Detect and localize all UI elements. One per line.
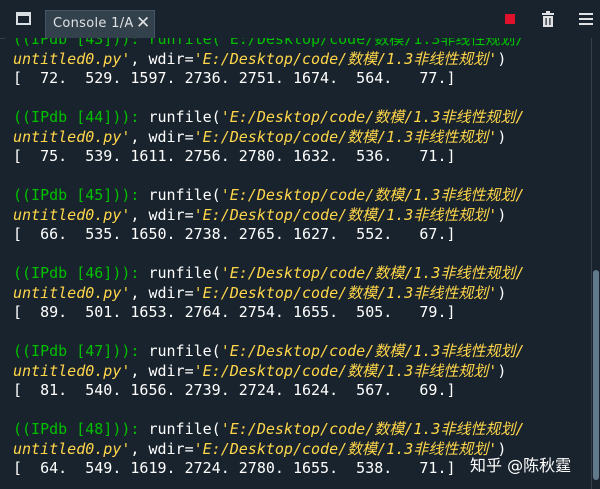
script-path: 'E:/Desktop/code/数模/1.3非线性规划/ — [220, 342, 525, 360]
window-icon[interactable] — [16, 12, 31, 25]
ipdb-prompt: ((IPdb [48])): — [13, 420, 149, 438]
wdir-path: 'E:/Desktop/code/数模/1.3非线性规划' — [193, 439, 498, 458]
stop-icon[interactable] — [505, 14, 515, 24]
script-path: 'E:/Desktop/code/数模/1.3非线性规划/ — [220, 108, 525, 126]
script-file: untitled0.py' — [13, 283, 131, 302]
wdir-label: , wdir= — [130, 361, 194, 380]
script-file: untitled0.py' — [13, 205, 131, 224]
console-line: untitled0.py', wdir='E:/Desktop/code/数模/… — [13, 362, 591, 382]
close-paren: ) — [497, 361, 507, 380]
prompt-partial: ((IPdb [43])): runfile('E:/Desktop/code/… — [13, 38, 525, 48]
script-path: 'E:/Desktop/code/数模/1.3非线性规划/ — [220, 264, 525, 282]
script-path: 'E:/Desktop/code/数模/1.3非线性规划/ — [220, 186, 525, 204]
ipdb-prompt: ((IPdb [46])): — [13, 264, 149, 282]
tab-console[interactable]: Console 1/A ✕ — [45, 10, 155, 38]
console-line: ((IPdb [47])): runfile('E:/Desktop/code/… — [13, 342, 591, 362]
runfile-call: runfile( — [148, 342, 221, 360]
wdir-path: 'E:/Desktop/code/数模/1.3非线性规划' — [193, 205, 498, 224]
console-output-line: [ 89. 501. 1653. 2764. 2754. 1655. 505. … — [13, 303, 456, 321]
close-paren: ) — [497, 127, 507, 146]
console-output-line: [ 66. 535. 1650. 2738. 2765. 1627. 552. … — [13, 225, 456, 243]
runfile-call: runfile( — [148, 108, 221, 126]
wdir-path: 'E:/Desktop/code/数模/1.3非线性规划' — [193, 283, 498, 302]
close-icon[interactable]: ✕ — [136, 13, 150, 33]
runfile-call: runfile( — [148, 420, 221, 438]
console-line: ((IPdb [43])): runfile('E:/Desktop/code/… — [13, 38, 591, 50]
console-line: ((IPdb [45])): runfile('E:/Desktop/code/… — [13, 186, 591, 206]
close-paren: ) — [497, 205, 507, 224]
script-path: untitled0.py' — [13, 49, 131, 68]
console-output[interactable]: ((IPdb [43])): runfile('E:/Desktop/code/… — [5, 38, 591, 489]
console-output-line: [ 81. 540. 1656. 2739. 2724. 1624. 567. … — [13, 381, 456, 399]
tab-label: Console 1/A — [53, 16, 134, 31]
close-paren: ) — [497, 49, 507, 68]
wdir-path: 'E:/Desktop/code/数模/1.3非线性规划' — [193, 49, 498, 68]
script-file: untitled0.py' — [13, 127, 131, 146]
console-titlebar: Console 1/A ✕ — [0, 0, 600, 39]
wdir-label: , wdir= — [130, 49, 194, 68]
wdir-label: , wdir= — [130, 127, 194, 146]
console-line: ((IPdb [46])): runfile('E:/Desktop/code/… — [13, 264, 591, 284]
menu-icon[interactable] — [579, 13, 593, 25]
ipdb-prompt: ((IPdb [45])): — [13, 186, 149, 204]
console-line: ((IPdb [48])): runfile('E:/Desktop/code/… — [13, 420, 591, 440]
wdir-label: , wdir= — [130, 439, 194, 458]
console-line: untitled0.py', wdir='E:/Desktop/code/数模/… — [13, 50, 591, 70]
trash-icon[interactable] — [542, 11, 554, 27]
console-output-line: [ 75. 539. 1611. 2756. 2780. 1632. 536. … — [13, 147, 456, 165]
console-output-line: [ 72. 529. 1597. 2736. 2751. 1674. 564. … — [13, 69, 456, 87]
runfile-call: runfile( — [148, 186, 221, 204]
console-line: untitled0.py', wdir='E:/Desktop/code/数模/… — [13, 284, 591, 304]
script-path: 'E:/Desktop/code/数模/1.3非线性规划/ — [220, 420, 525, 438]
scrollbar-thumb[interactable] — [593, 270, 599, 480]
watermark: 知乎 @陈秋霆 — [470, 456, 572, 475]
console-line: ((IPdb [44])): runfile('E:/Desktop/code/… — [13, 108, 591, 128]
wdir-label: , wdir= — [130, 283, 194, 302]
ipdb-prompt: ((IPdb [47])): — [13, 342, 149, 360]
wdir-path: 'E:/Desktop/code/数模/1.3非线性规划' — [193, 127, 498, 146]
script-file: untitled0.py' — [13, 361, 131, 380]
runfile-call: runfile( — [148, 264, 221, 282]
script-file: untitled0.py' — [13, 439, 131, 458]
close-paren: ) — [497, 283, 507, 302]
ipdb-prompt: ((IPdb [44])): — [13, 108, 149, 126]
console-line: untitled0.py', wdir='E:/Desktop/code/数模/… — [13, 128, 591, 148]
console-line: untitled0.py', wdir='E:/Desktop/code/数模/… — [13, 206, 591, 226]
wdir-path: 'E:/Desktop/code/数模/1.3非线性规划' — [193, 361, 498, 380]
wdir-label: , wdir= — [130, 205, 194, 224]
